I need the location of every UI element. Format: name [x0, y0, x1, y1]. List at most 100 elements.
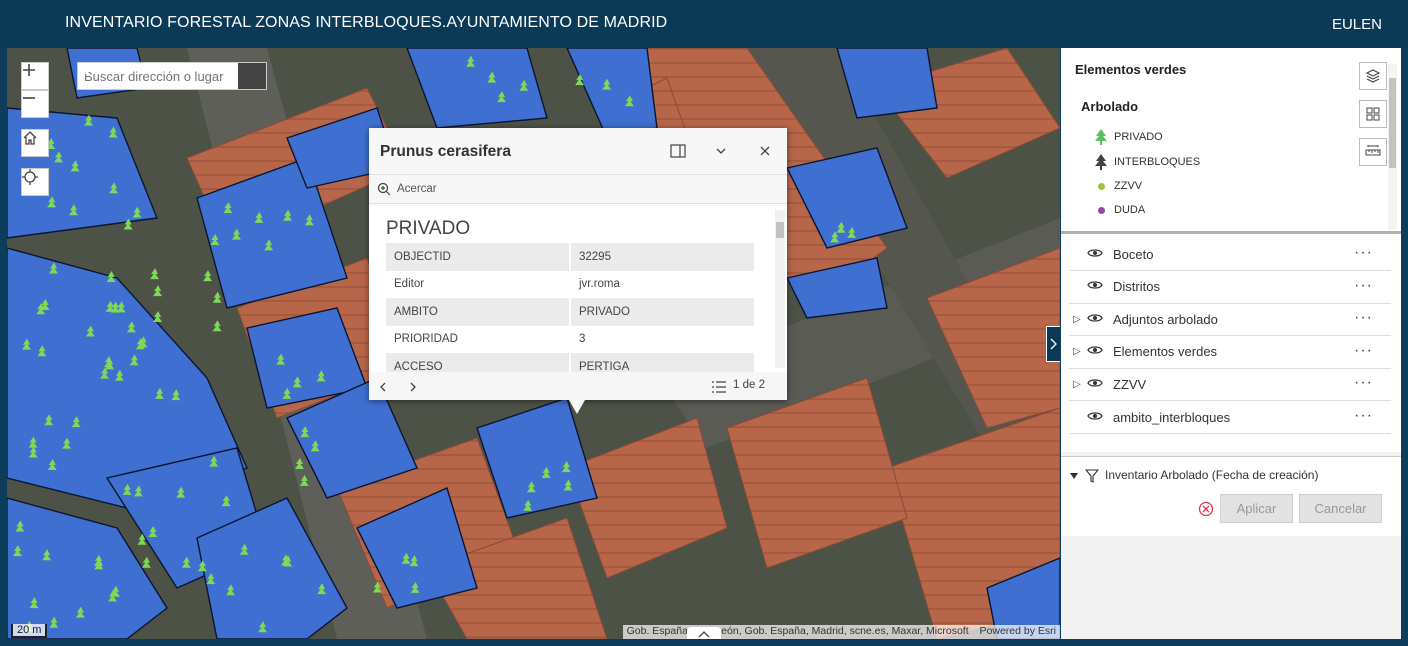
home-icon	[23, 131, 37, 145]
field-value: PERTIGA	[570, 353, 754, 372]
eye-icon[interactable]	[1087, 279, 1103, 291]
legend-item: DUDA	[1093, 204, 1145, 216]
zoom-in-button[interactable]	[21, 62, 49, 90]
layers-button[interactable]	[1359, 62, 1387, 90]
visibility-toggle[interactable]	[1087, 279, 1109, 294]
powered-by-link[interactable]: Powered by Esri	[980, 625, 1056, 637]
layer-item-label: Adjuntos arbolado	[1113, 311, 1218, 327]
field-name: OBJECTID	[386, 243, 571, 271]
more-options-icon[interactable]: ···	[1354, 374, 1373, 392]
legend-item-label: DUDA	[1114, 204, 1146, 216]
basemap-gallery-button[interactable]	[1359, 100, 1387, 128]
search-widget	[77, 62, 267, 90]
filter-icon	[1085, 469, 1099, 483]
field-value: 3	[579, 333, 586, 346]
visibility-toggle[interactable]	[1087, 247, 1109, 262]
layers-icon	[1365, 69, 1381, 83]
popup-pointer	[569, 400, 585, 414]
eye-icon[interactable]	[1087, 344, 1103, 356]
plus-icon	[23, 64, 35, 76]
app-title: INVENTARIO FORESTAL ZONAS INTERBLOQUES.A…	[65, 14, 668, 31]
more-options-icon[interactable]: ···	[1354, 309, 1373, 327]
layer-item[interactable]: ambito_interbloques ···	[1069, 401, 1391, 434]
zoom-to-action[interactable]: Acercar	[369, 174, 787, 204]
visibility-toggle[interactable]	[1087, 410, 1109, 425]
eye-icon[interactable]	[1087, 247, 1103, 259]
more-options-icon[interactable]: ···	[1354, 277, 1373, 295]
visibility-toggle[interactable]	[1087, 344, 1109, 359]
app-header: INVENTARIO FORESTAL ZONAS INTERBLOQUES.A…	[0, 0, 1408, 48]
attribution-text: Gob. España, C. y León, Gob. España, Mad…	[626, 625, 969, 637]
home-button[interactable]	[21, 129, 49, 157]
chevron-up-icon	[698, 631, 710, 638]
scrollbar-thumb[interactable]	[776, 222, 784, 238]
more-options-icon[interactable]: ···	[1354, 342, 1373, 360]
caret-down-icon[interactable]	[1069, 471, 1079, 481]
layer-item[interactable]: ▷ ZZVV ···	[1069, 368, 1391, 402]
clear-icon[interactable]	[1198, 501, 1214, 517]
expand-bottom-tab[interactable]	[687, 627, 721, 639]
expand-icon[interactable]: ▷	[1073, 379, 1085, 390]
field-name: Editor	[386, 270, 571, 298]
zoom-out-button[interactable]	[21, 90, 49, 118]
search-icon	[78, 63, 92, 77]
attribute-table: OBJECTID 32295 Editor jvr.roma AMBITO PRIVA…	[386, 243, 754, 372]
legend-item: INTERBLOQUES	[1093, 154, 1200, 170]
popup-scrollbar[interactable]	[775, 210, 785, 368]
locate-icon	[22, 169, 38, 185]
visibility-toggle[interactable]	[1087, 377, 1109, 392]
layer-item[interactable]: ▷ Adjuntos arbolado ···	[1069, 303, 1391, 337]
green-dot-icon	[1097, 182, 1105, 190]
more-options-icon[interactable]: ···	[1354, 407, 1373, 425]
feature-popup: Prunus cerasifera Acercar PRIVADO OBJECT…	[369, 128, 787, 400]
legend-item-label: ZZVV	[1114, 180, 1143, 192]
legend-item-label: PRIVADO	[1114, 131, 1163, 143]
zoom-to-label: Acercar	[397, 183, 437, 195]
popup-header: Prunus cerasifera	[369, 128, 787, 174]
layer-list: Boceto ··· Distritos ··· ▷ Adjuntos arbolado ·…	[1061, 234, 1401, 452]
purple-dot-icon	[1097, 206, 1105, 214]
layer-item[interactable]: Distritos ···	[1069, 271, 1391, 304]
visibility-toggle[interactable]	[1087, 312, 1109, 327]
collapse-panel-handle[interactable]	[1046, 326, 1060, 362]
layer-item[interactable]: Boceto ···	[1069, 238, 1391, 271]
layer-item[interactable]: ▷ Elementos verdes ···	[1069, 336, 1391, 369]
tree-icon	[1095, 154, 1107, 170]
chevron-down-icon[interactable]	[712, 142, 730, 160]
scrollbar-thumb[interactable]	[1389, 78, 1396, 168]
more-options-icon[interactable]: ···	[1354, 244, 1373, 262]
legend-item: PRIVADO	[1093, 129, 1163, 145]
list-icon[interactable]	[711, 380, 727, 394]
scale-bar: 20 m	[11, 624, 48, 638]
layer-item-label: Distritos	[1113, 279, 1160, 295]
locate-button[interactable]	[21, 168, 49, 196]
previous-icon[interactable]	[376, 380, 390, 394]
search-button[interactable]	[78, 63, 266, 89]
dock-icon[interactable]	[669, 142, 687, 160]
cancel-button[interactable]: Cancelar	[1299, 494, 1382, 523]
expand-icon[interactable]: ▷	[1073, 314, 1085, 325]
measure-button[interactable]	[1359, 138, 1387, 166]
field-value: jvr.roma	[579, 278, 620, 291]
expand-icon[interactable]: ▷	[1073, 346, 1085, 357]
tree-icon	[1095, 129, 1107, 145]
apply-button[interactable]: Aplicar	[1220, 494, 1293, 523]
legend-item-label: INTERBLOQUES	[1114, 156, 1201, 168]
popup-content: PRIVADO OBJECTID 32295 Editor jvr.roma AMB…	[369, 206, 787, 372]
legend-scrollbar[interactable]	[1388, 64, 1397, 230]
eye-icon[interactable]	[1087, 377, 1103, 389]
legend-subtitle: Arbolado	[1081, 99, 1139, 114]
chevron-right-icon	[1050, 338, 1057, 350]
table-row: OBJECTID 32295	[386, 243, 754, 271]
eye-icon[interactable]	[1087, 410, 1103, 422]
close-icon[interactable]	[756, 142, 774, 160]
search-input[interactable]	[78, 63, 238, 89]
table-row: ACCESO PERTIGA	[386, 353, 754, 372]
field-value: PRIVADO	[570, 298, 754, 326]
legend-title: Elementos verdes	[1075, 62, 1187, 77]
next-icon[interactable]	[406, 380, 420, 394]
layer-item-label: ambito_interbloques	[1113, 409, 1231, 425]
feature-pager: 1 de 2	[733, 379, 765, 391]
field-value: 32295	[570, 243, 754, 271]
eye-icon[interactable]	[1087, 312, 1103, 324]
